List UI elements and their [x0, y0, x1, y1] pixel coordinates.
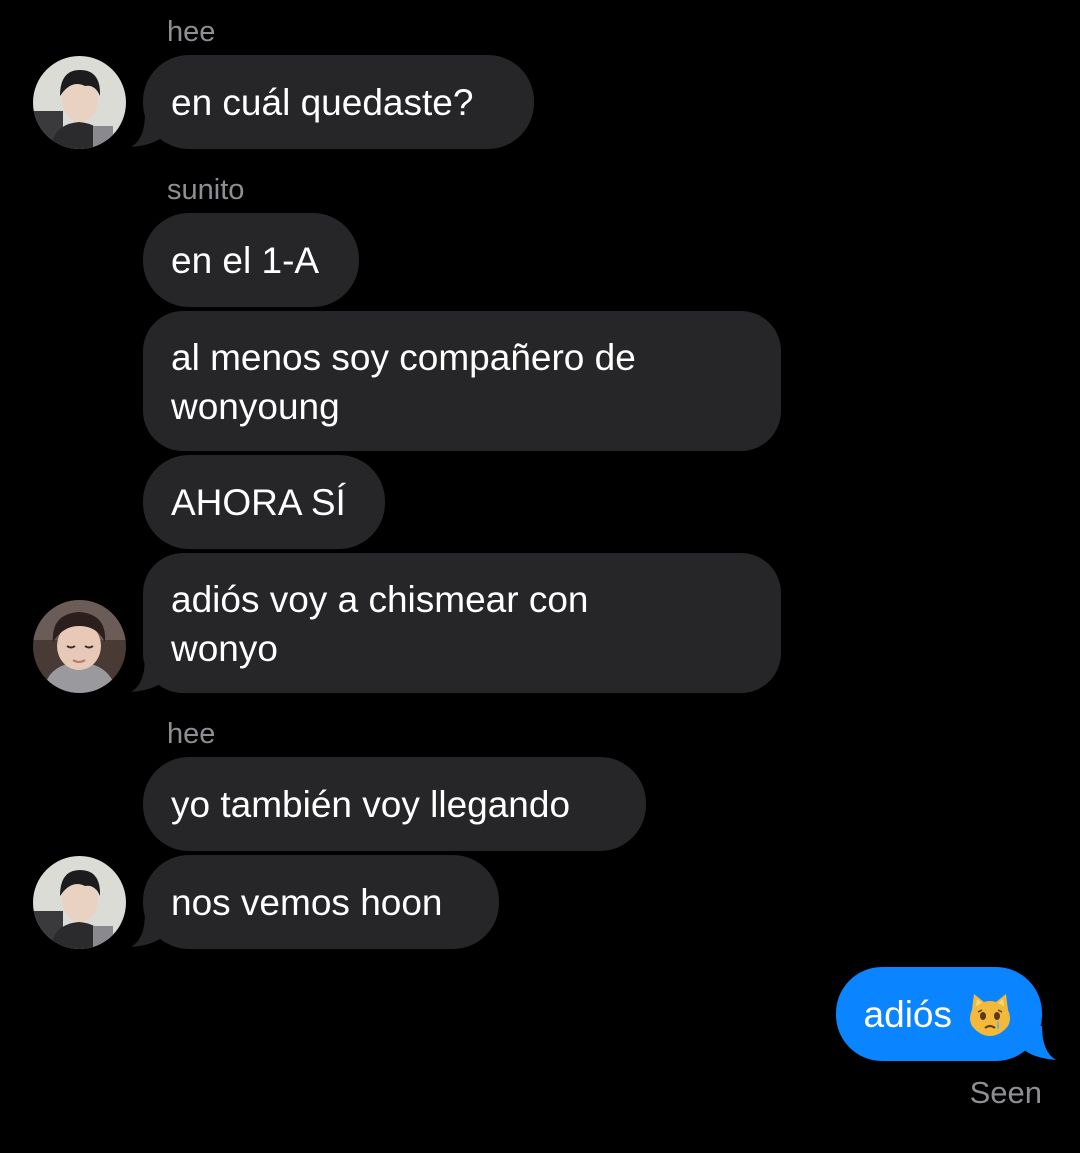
message-bubble[interactable]: en el 1-A: [143, 213, 359, 307]
outgoing-message-bubble[interactable]: adiós: [835, 967, 1042, 1061]
message-bubble[interactable]: yo también voy llegando: [143, 757, 646, 851]
message-bubble[interactable]: al menos soy compañero de wonyoung: [143, 311, 781, 451]
avatar-hee[interactable]: [33, 56, 126, 149]
message-text: nos vemos hoon: [171, 881, 443, 923]
avatar-sunito[interactable]: [33, 600, 126, 693]
message-text: yo también voy llegando: [171, 783, 571, 825]
message-text: adiós voy a chismear con wonyo: [171, 579, 589, 669]
message-bubble[interactable]: AHORA SÍ: [143, 455, 385, 549]
sender-name-hee: hee: [167, 718, 216, 750]
message-text: en cuál quedaste?: [171, 81, 474, 123]
message-bubble[interactable]: adiós voy a chismear con wonyo: [143, 553, 781, 693]
sender-name-hee: hee: [167, 16, 216, 48]
message-bubble[interactable]: en cuál quedaste?: [143, 55, 534, 149]
sender-name-sunito: sunito: [167, 174, 245, 206]
message-text: al menos soy compañero de wonyoung: [171, 337, 636, 427]
crying-cat-face-emoji: [970, 994, 1010, 1036]
message-text: AHORA SÍ: [171, 481, 346, 523]
avatar-hee[interactable]: [33, 856, 126, 949]
message-text: adiós: [863, 993, 952, 1035]
message-text: en el 1-A: [171, 239, 320, 281]
message-bubble[interactable]: nos vemos hoon: [143, 855, 499, 949]
seen-status: Seen: [969, 1075, 1042, 1110]
